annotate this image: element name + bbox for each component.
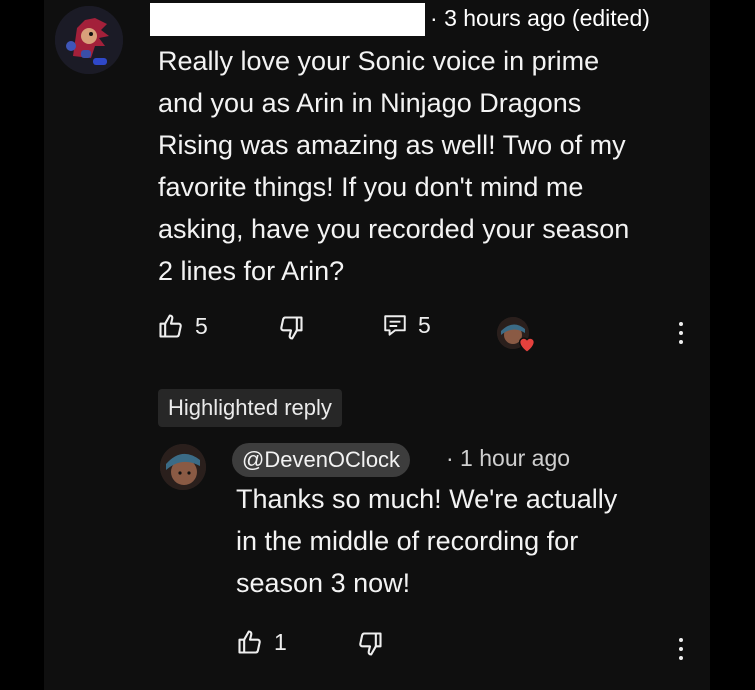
thumbs-down-icon <box>277 314 305 342</box>
more-vert-icon <box>679 322 683 326</box>
comment-line: favorite things! If you don't mind me <box>158 172 584 202</box>
like-button[interactable]: 5 <box>157 312 208 340</box>
redacted-username <box>150 3 425 36</box>
reply-like-button[interactable]: 1 <box>236 628 287 656</box>
thumbs-up-icon <box>157 312 185 340</box>
kebab-dot <box>679 331 683 335</box>
kebab-dot <box>679 656 683 660</box>
reply-menu-button[interactable] <box>679 638 683 660</box>
reply-icon <box>382 313 408 339</box>
reply-dislike-button[interactable] <box>356 630 384 658</box>
reply-line: in the middle of recording for <box>236 526 579 556</box>
reply-timestamp: · 1 hour ago <box>446 445 571 471</box>
comment-line: 2 lines for Arin? <box>158 256 345 286</box>
comment-line: Rising was amazing as well! Two of my <box>158 130 626 160</box>
reply-author-avatar[interactable] <box>160 444 206 490</box>
reply-line: season 3 now! <box>236 568 411 598</box>
comment-menu-button[interactable] <box>679 322 683 344</box>
sonic-avatar-icon <box>55 6 123 74</box>
reply-count: 5 <box>418 312 431 338</box>
reply-actions: 1 <box>0 628 755 668</box>
reply-button[interactable]: 5 <box>382 312 431 339</box>
heart-icon <box>518 337 536 354</box>
reply-body: Thanks so much! We're actually in the mi… <box>236 478 696 604</box>
thumbs-down-icon <box>356 630 384 658</box>
reply-like-count: 1 <box>274 628 287 655</box>
kebab-dot <box>679 647 683 651</box>
thumbs-up-icon <box>236 628 264 656</box>
comment-body: Really love your Sonic voice in prime an… <box>158 40 698 292</box>
dislike-button[interactable] <box>277 314 305 342</box>
kebab-dot <box>679 340 683 344</box>
comment-timestamp: · 3 hours ago (edited) <box>430 5 650 31</box>
reply-author-handle[interactable]: @DevenOClock <box>232 443 411 477</box>
more-vert-icon <box>679 638 683 642</box>
comment-timestamp-text: 3 hours ago (edited) <box>444 5 650 31</box>
comment-line: and you as Arin in Ninjago Dragons <box>158 88 582 118</box>
reply-avatar-icon <box>160 444 206 490</box>
comment-actions: 5 5 <box>0 312 755 352</box>
comment-line: Really love your Sonic voice in prime <box>158 46 600 76</box>
like-count: 5 <box>195 312 208 339</box>
highlighted-reply-label: Highlighted reply <box>158 389 342 427</box>
reply-line: Thanks so much! We're actually <box>236 484 618 514</box>
comment-line: asking, have you recorded your season <box>158 214 630 244</box>
commenter-avatar[interactable] <box>55 6 123 74</box>
